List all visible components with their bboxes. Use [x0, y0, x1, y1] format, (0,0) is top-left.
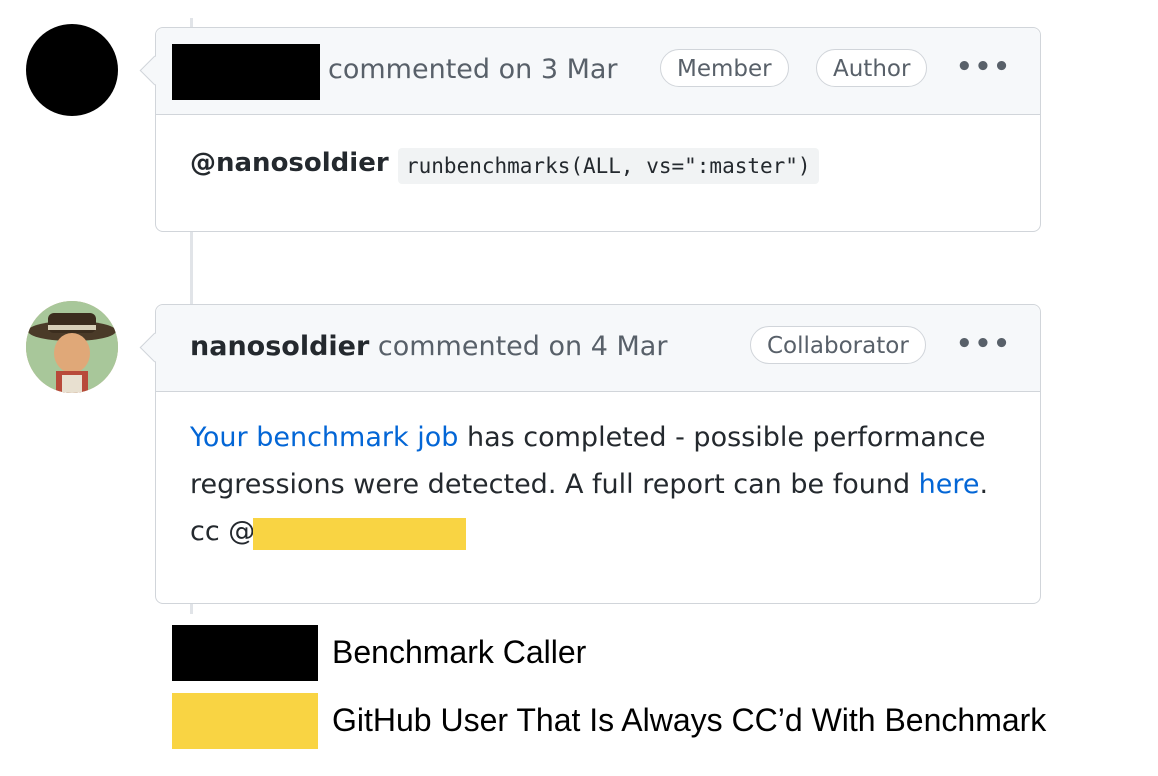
comment-header-text: nanosoldier commented on 4 Mar [190, 331, 667, 362]
author-name[interactable]: nanosoldier [190, 331, 369, 362]
comment-body: @nanosoldier runbenchmarks(ALL, vs=":mas… [156, 115, 1040, 229]
timeline-line [190, 230, 193, 306]
benchmark-job-link[interactable]: Your benchmark job [190, 422, 458, 453]
legend-label-benchmark-caller: Benchmark Caller [332, 634, 587, 670]
legend-swatch-black [172, 625, 318, 681]
comment-header: nanosoldier commented on 4 Mar Collabora… [156, 305, 1040, 392]
cc-prefix: cc @ [190, 516, 256, 547]
legend-label-cc-user: GitHub User That Is Always CC’d With Ben… [332, 702, 1047, 738]
avatar-nanosoldier[interactable] [26, 301, 118, 393]
cowboy-avatar-icon [26, 301, 118, 393]
legend-swatch-yellow [172, 693, 318, 749]
comment-timestamp[interactable]: commented on 4 Mar [378, 331, 668, 362]
avatar-redacted[interactable] [26, 24, 118, 116]
cc-user-redacted-box [253, 518, 466, 550]
comment-line-1: Your benchmark job has completed - possi… [190, 422, 985, 453]
member-badge: Member [660, 49, 789, 87]
comment-line-2: regressions were detected. A full report… [190, 469, 988, 500]
body-text: has completed - possible performance [458, 422, 986, 453]
report-link[interactable]: here [919, 469, 980, 500]
author-redacted-box [172, 44, 320, 100]
body-period: . [979, 469, 989, 500]
more-options-icon[interactable]: ••• [956, 329, 1012, 359]
comment-1: commented on 3 Mar Member Author ••• @na… [139, 27, 1041, 232]
collaborator-badge: Collaborator [750, 326, 926, 364]
comment-2: nanosoldier commented on 4 Mar Collabora… [139, 304, 1041, 604]
comment-timestamp[interactable]: commented on 3 Mar [328, 54, 618, 85]
comment-body: Your benchmark job has completed - possi… [156, 392, 1040, 602]
code-snippet: runbenchmarks(ALL, vs=":master") [398, 148, 819, 184]
author-badge: Author [816, 49, 928, 87]
more-options-icon[interactable]: ••• [956, 52, 1012, 82]
body-text: regressions were detected. A full report… [190, 469, 919, 500]
comment-header: commented on 3 Mar Member Author ••• [156, 28, 1040, 115]
comment-line-3: cc @ [190, 516, 255, 547]
mention-link[interactable]: @nanosoldier [190, 148, 389, 178]
